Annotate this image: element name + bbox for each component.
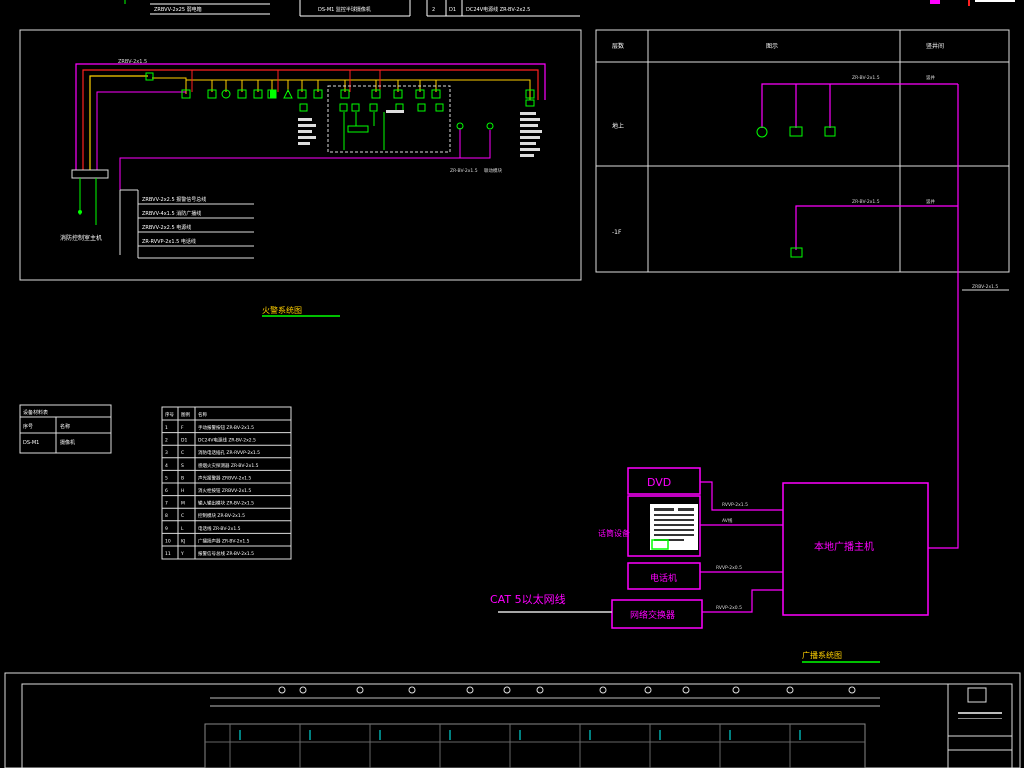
legend-row-name: 广播扬声器 ZR-BV-2x1.5 (198, 537, 250, 544)
legend-small-table: 设备材料表 序号 名称 DS-M1 摄像机 (19, 404, 112, 454)
row2-shaft: 竖井 (926, 198, 935, 205)
legend-row-number: 2 (165, 438, 168, 444)
ceiling-speaker-icon (756, 126, 768, 138)
floor-above: 地上 (612, 122, 624, 130)
row1-cable: ZR-BV-2x1.5 (852, 75, 880, 81)
floor-plan (4, 672, 1021, 768)
legend-main-h1: 序号 (165, 411, 174, 418)
network-switch-label: 网络交换器 (630, 609, 675, 621)
legend-row-number: 7 (165, 501, 168, 507)
legend-row-name: 报警信号总线 ZR-BV-2x1.5 (198, 550, 254, 557)
legend-row-symbol: M (181, 501, 185, 507)
legend-small-header: 设备材料表 (23, 409, 48, 416)
link-label-1: RVVP-2x1.5 (722, 502, 748, 508)
legend-small-c3: DS-M1 (23, 440, 39, 446)
legend-row-number: 10 (165, 538, 171, 544)
cable-row-4: ZR-RVVP-2x1.5 电话线 (142, 238, 196, 245)
legend-small-c4: 摄像机 (60, 439, 75, 446)
cable-row-2: ZRBVV-4x1.5 消防广播线 (142, 210, 201, 217)
cad-drawing-canvas: ZRBVV-2x25 弱电箱 DS-M1 监控半球摄像机 2 D1 DC24V电… (4, 0, 1021, 768)
legend-row-symbol: D1 (181, 438, 187, 444)
top-strip-right-text: DC24V电源线 ZR-BV-2x2.5 (466, 6, 530, 13)
volume-control-icon (824, 126, 836, 137)
top-strip: ZRBVV-2x25 弱电箱 DS-M1 监控半球摄像机 2 D1 DC24V电… (124, 0, 1015, 17)
broadcast-system-title: 广播系统图 (802, 650, 842, 660)
broadcast-floor-table: 层数 图示 竖井间 地上 -1F ZR-BV-2x1.5 竖井 ZR-BV-2x… (595, 29, 1010, 549)
row2-cable: ZR-BV-2x1.5 (852, 199, 880, 205)
link-label-4: RVVP-2x0.5 (716, 605, 742, 611)
legend-row-number: 11 (165, 551, 171, 557)
link-label-3: RVVP-2x0.5 (716, 565, 742, 571)
legend-row-symbol: KJ (181, 538, 185, 544)
top-strip-code: D1 (449, 7, 456, 13)
legend-row-symbol: H (181, 488, 184, 494)
legend-row-name: 感烟火灾探测器 ZR-BV-2x1.5 (198, 462, 259, 469)
fire-system-title: 火警系统图 (262, 305, 302, 315)
table-header-shaft: 竖井间 (926, 42, 944, 50)
legend-row-name: 电话线 ZR-BV-2x1.5 (198, 525, 241, 532)
fire-alarm-diagram: ZRBV-2x1.5 ZR-BV-2x1.5 联动模块 消防控制室主机 ZRBV… (19, 29, 582, 281)
legend-row-name: 输入输出模块 ZR-BV-2x1.5 (198, 500, 254, 507)
legend-row-number: 1 (165, 425, 168, 431)
feed-label-2: 联动模块 (484, 167, 502, 174)
legend-row-symbol: F (181, 425, 184, 431)
table-header-diagram: 图示 (766, 43, 778, 50)
row1-shaft: 竖井 (926, 74, 935, 81)
dvd-label: DVD (647, 476, 671, 489)
top-strip-left-text: ZRBVV-2x25 弱电箱 (154, 6, 202, 13)
amplifier-label: 电话机 (650, 572, 677, 584)
broadcast-system: DVD 话筒设备 电话机 网络交换器 本地广播主机 RVVP-2x1.5 AV线… (490, 467, 929, 629)
legend-small-c1: 序号 (23, 423, 33, 430)
legend-row-number: 5 (165, 475, 168, 481)
legend-row-name: 控制模块 ZR-BV-2x1.5 (198, 512, 245, 519)
legend-row-symbol: Y (180, 551, 184, 557)
legend-row-name: 声光报警器 ZRBVV-2x1.5 (198, 474, 251, 481)
riser-label: ZRBV-2x1.5 (972, 284, 998, 290)
legend-row-number: 3 (165, 450, 168, 456)
title-block-logo (967, 687, 987, 703)
legend-row-symbol: C (181, 513, 184, 519)
wall-speaker-icon (789, 126, 803, 137)
legend-row-number: 8 (165, 513, 168, 519)
floor-basement: -1F (612, 229, 622, 236)
legend-row-symbol: L (181, 526, 184, 532)
link-label-2: AV线 (722, 517, 733, 524)
legend-row-number: 9 (165, 526, 168, 532)
legend-row-symbol: C (181, 450, 184, 456)
legend-row-symbol: S (181, 463, 184, 469)
cable-row-1: ZRBVV-2x2.5 报警信号总线 (142, 196, 206, 203)
player-label: 话筒设备 (598, 528, 630, 538)
top-strip-num: 2 (432, 7, 435, 13)
legend-main-h2: 图例 (181, 411, 190, 418)
feed-label-1: ZR-BV-2x1.5 (450, 168, 478, 174)
legend-row-name: 消防电话插孔 ZR-RVVP-2x1.5 (198, 449, 260, 456)
table-header-floor: 层数 (612, 42, 624, 50)
legend-row-symbol: B (181, 475, 184, 481)
cat5-label: CAT 5以太网线 (490, 592, 566, 606)
broadcast-host-label: 本地广播主机 (814, 540, 874, 553)
legend-row-number: 4 (165, 463, 168, 469)
top-strip-mid-text: DS-M1 监控半球摄像机 (318, 6, 371, 13)
cable-row-3: ZRBVV-2x2.5 电源线 (142, 224, 191, 231)
legend-main-table: 序号 图例 名称 1 F 手动报警按钮 ZR-BV-2x1.5 2 D1 DC24V电源线… (161, 406, 292, 560)
legend-row-name: DC24V电源线 ZR-BV-2x2.5 (198, 437, 256, 444)
legend-main-h3: 名称 (198, 411, 207, 418)
fire-alarm-frame (19, 29, 582, 281)
legend-row-name: 消火栓按钮 ZRBVV-2x1.5 (198, 487, 251, 494)
legend-row-name: 手动报警按钮 ZR-BV-2x1.5 (198, 424, 254, 431)
fire-panel-label: 消防控制室主机 (60, 234, 102, 242)
legend-row-number: 6 (165, 488, 168, 494)
fire-control-panel (71, 169, 109, 179)
legend-small-c2: 名称 (60, 423, 70, 430)
